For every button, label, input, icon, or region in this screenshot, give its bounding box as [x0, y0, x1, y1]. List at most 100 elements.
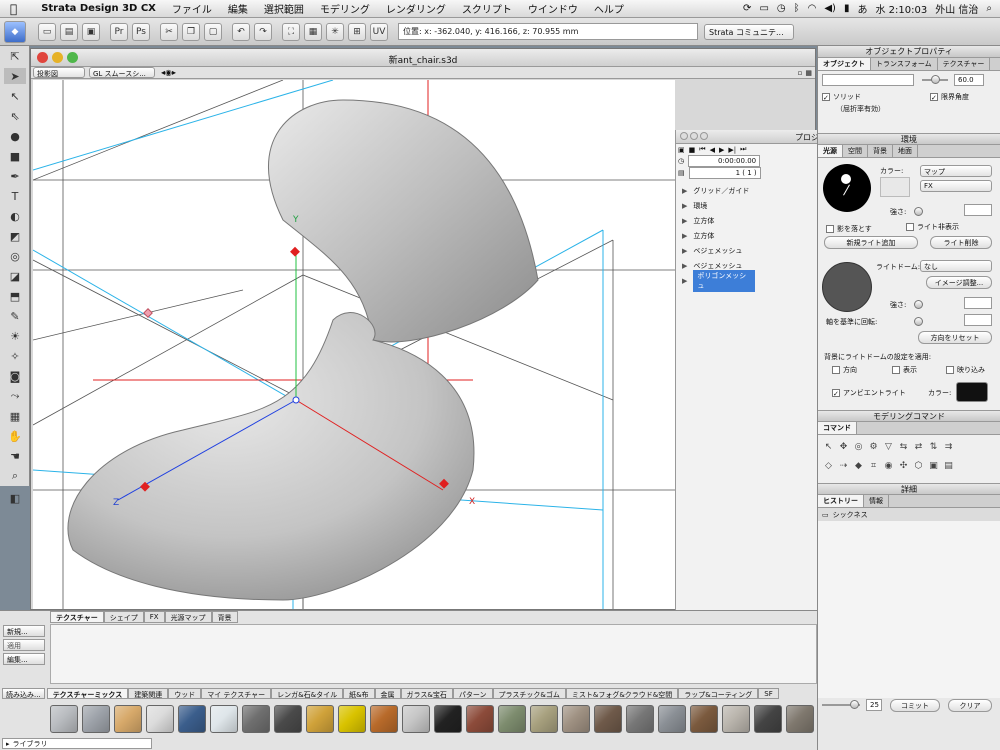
tab-light-map[interactable]: 光源マップ	[164, 611, 212, 623]
step-back-icon[interactable]: ◀	[710, 146, 715, 154]
light-bulb-icon[interactable]: ☀	[4, 328, 26, 344]
apply-direction-checkbox[interactable]	[832, 366, 840, 374]
object-name-field[interactable]	[822, 74, 914, 86]
hide-light-checkbox[interactable]	[906, 223, 914, 231]
delete-light-button[interactable]: ライト削除	[930, 236, 992, 249]
display-icon[interactable]: ▭	[759, 3, 768, 14]
new-resource-button[interactable]: 新規...	[3, 625, 45, 637]
dome-strength-field[interactable]	[964, 297, 992, 309]
texture-swatch[interactable]	[370, 705, 398, 733]
copy-icon[interactable]: ❐	[182, 22, 200, 41]
step-forward-icon[interactable]: ▶|	[728, 146, 736, 154]
command-icon[interactable]: ▣	[926, 458, 941, 473]
commit-button[interactable]: コミット	[890, 698, 940, 712]
texture-swatch[interactable]	[178, 705, 206, 733]
command-icon[interactable]: ⚙	[866, 439, 881, 454]
tab-light[interactable]: 光源	[818, 145, 843, 157]
rewind-icon[interactable]: ⏮	[699, 145, 705, 154]
texture-swatch[interactable]	[466, 705, 494, 733]
menu-rendering[interactable]: レンダリング	[386, 1, 446, 16]
clear-button[interactable]: クリア	[948, 698, 992, 712]
texture-swatch[interactable]	[722, 705, 750, 733]
tab-shape[interactable]: シェイプ	[103, 611, 144, 623]
history-slider[interactable]	[822, 700, 860, 709]
history-item[interactable]: ▭ シックネス	[818, 508, 1000, 521]
texture-swatch[interactable]	[82, 705, 110, 733]
edit-resource-button[interactable]: 編集...	[3, 653, 45, 665]
command-icon[interactable]: ⌗	[866, 458, 881, 473]
open-icon[interactable]: ▤	[60, 22, 78, 41]
apply-reflection-checkbox[interactable]	[946, 366, 954, 374]
project-minimize-button[interactable]	[690, 132, 698, 140]
tree-item[interactable]: ▶ ベジェメッシュ	[676, 243, 825, 258]
command-icon[interactable]: ◇	[821, 458, 836, 473]
move-camera-icon[interactable]: ⇱	[4, 48, 26, 64]
paste-icon[interactable]: ▢	[204, 22, 222, 41]
menu-file[interactable]: ファイル	[172, 1, 212, 16]
command-icon[interactable]: ✥	[836, 439, 851, 454]
redo-icon[interactable]: ↷	[254, 22, 272, 41]
input-method[interactable]: あ	[857, 1, 867, 16]
strength-field[interactable]	[964, 204, 992, 216]
reset-direction-button[interactable]: 方向をリセット	[918, 331, 992, 344]
new-document-icon[interactable]: ▭	[38, 22, 56, 41]
app-menu[interactable]: Strata Design 3D CX	[41, 3, 156, 14]
texture-swatch[interactable]	[402, 705, 430, 733]
3d-viewport[interactable]: Y X Z	[33, 80, 675, 609]
grid-icon[interactable]: ▦	[304, 22, 322, 41]
play-icon[interactable]: ▶	[719, 146, 724, 154]
time-field[interactable]: 0:00:00.00	[688, 155, 761, 167]
apply-display-checkbox[interactable]	[892, 366, 900, 374]
apple-icon[interactable]: 	[10, 2, 17, 16]
frame-field[interactable]: 1 ( 1 )	[688, 167, 761, 179]
align-icon[interactable]: ⊞	[348, 22, 366, 41]
rotate-axis-field[interactable]	[964, 314, 992, 326]
library-tab[interactable]: ミスト&フォグ&クラウド&空間	[565, 687, 679, 699]
menu-edit[interactable]: 編集	[228, 1, 248, 16]
library-tab[interactable]: プラスチック&ゴム	[492, 687, 566, 699]
library-tab[interactable]: レンガ&石&タイル	[271, 687, 344, 699]
library-tab[interactable]: 建築関連	[128, 687, 169, 699]
texture-swatch[interactable]	[114, 705, 142, 733]
resource-list[interactable]	[50, 624, 817, 684]
texture-swatch[interactable]	[274, 705, 302, 733]
project-zoom-button[interactable]	[700, 132, 708, 140]
limit-angle-checkbox[interactable]: ✓	[930, 93, 938, 102]
command-icon[interactable]: ⬡	[911, 458, 926, 473]
cube-tool-icon[interactable]: ■	[4, 148, 26, 164]
library-tab[interactable]: SF	[758, 687, 779, 699]
library-tab[interactable]: ウッド	[168, 687, 202, 699]
tab-ground[interactable]: 地面	[893, 145, 918, 157]
flag-icon[interactable]: ▮	[844, 3, 850, 14]
library-tab[interactable]: ガラス&宝石	[400, 687, 453, 699]
project-close-button[interactable]	[680, 132, 688, 140]
light-direction-sphere[interactable]	[823, 164, 871, 212]
texture-swatch[interactable]	[146, 705, 174, 733]
tab-history[interactable]: ヒストリー	[818, 495, 864, 507]
uv-icon[interactable]: UV	[370, 22, 388, 41]
command-icon[interactable]: ✣	[896, 458, 911, 473]
timemachine-icon[interactable]: ◷	[777, 3, 786, 14]
select-arrow-icon[interactable]: ➤	[4, 68, 26, 84]
zoom-tool-icon[interactable]: ⌕	[4, 468, 26, 484]
load-button[interactable]: 読み込み...	[2, 687, 45, 699]
skin-tool-icon[interactable]: ⬒	[4, 288, 26, 304]
image-adjust-button[interactable]: イメージ調整...	[926, 276, 992, 289]
tab-background-res[interactable]: 背景	[211, 611, 238, 623]
snap-icon[interactable]: ✳	[326, 22, 344, 41]
cast-shadow-checkbox[interactable]	[826, 225, 834, 233]
command-icon[interactable]: ⇄	[911, 439, 926, 454]
tab-background[interactable]: 背景	[868, 145, 893, 157]
tree-item[interactable]: ▶ 環境	[676, 198, 825, 213]
solid-checkbox[interactable]: ✓	[822, 93, 830, 102]
disclosure-triangle-icon[interactable]: ▶	[682, 262, 687, 270]
tree-item[interactable]: ▶ グリッド／ガイド	[676, 183, 825, 198]
export-pdf-icon[interactable]: Pr	[110, 22, 128, 41]
disclosure-triangle-icon[interactable]: ▶	[682, 217, 687, 225]
menu-modeling[interactable]: モデリング	[320, 1, 370, 16]
view-slider-icon[interactable]: ◂◉▸	[161, 68, 176, 77]
tab-texture[interactable]: テクスチャー	[938, 58, 991, 70]
projection-select[interactable]: 投影図	[33, 67, 85, 78]
texture-swatch[interactable]	[562, 705, 590, 733]
group-select-icon[interactable]: ⇖	[4, 108, 26, 124]
